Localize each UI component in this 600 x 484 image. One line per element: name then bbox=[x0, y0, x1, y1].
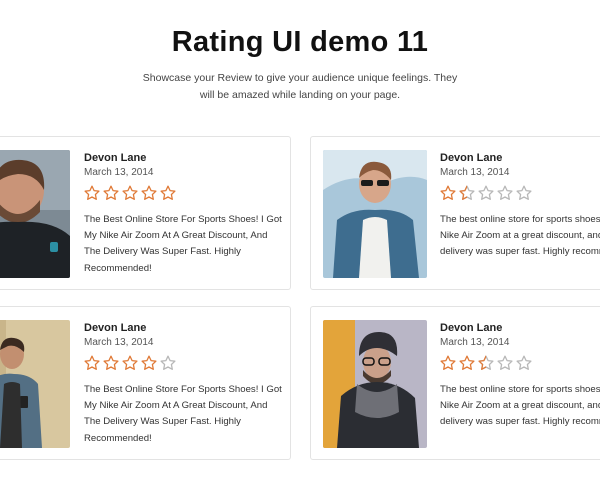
star-rating[interactable] bbox=[440, 185, 600, 201]
reviewer-name: Devon Lane bbox=[440, 152, 503, 164]
reviewer-photo bbox=[323, 320, 427, 448]
star-icon[interactable] bbox=[84, 355, 100, 371]
star-icon[interactable] bbox=[122, 185, 138, 201]
review-text: The Best Online Store For Sports Shoes! … bbox=[84, 214, 282, 274]
reviewer-name: Devon Lane bbox=[84, 152, 147, 164]
reviewer-name: Devon Lane bbox=[440, 322, 503, 334]
review-body: Devon Lane March 13, 2014 The best onlin… bbox=[440, 151, 600, 261]
star-icon[interactable] bbox=[459, 185, 475, 201]
page-subtitle: Showcase your Review to give your audien… bbox=[142, 72, 458, 101]
review-body: Devon Lane March 13, 2014 The Best Onlin… bbox=[84, 151, 284, 277]
star-icon[interactable] bbox=[497, 185, 513, 201]
star-icon[interactable] bbox=[516, 185, 532, 201]
star-icon[interactable] bbox=[103, 355, 119, 371]
star-icon[interactable] bbox=[516, 355, 532, 371]
reviewer-photo bbox=[323, 150, 427, 278]
reviewer-photo bbox=[0, 150, 70, 278]
reviewer-name: Devon Lane bbox=[84, 322, 147, 334]
review-text: The Best Online Store For Sports Shoes! … bbox=[84, 384, 282, 444]
star-rating[interactable] bbox=[84, 355, 284, 371]
star-icon[interactable] bbox=[497, 355, 513, 371]
star-icon[interactable] bbox=[478, 355, 494, 371]
review-card: Devon Lane March 13, 2014 The best onlin… bbox=[310, 136, 600, 290]
star-icon[interactable] bbox=[122, 355, 138, 371]
star-icon[interactable] bbox=[103, 185, 119, 201]
review-card: Devon Lane March 13, 2014 The Best Onlin… bbox=[0, 306, 291, 460]
star-icon[interactable] bbox=[141, 355, 157, 371]
reviewer-photo bbox=[0, 320, 70, 448]
star-rating[interactable] bbox=[84, 185, 284, 201]
rating-demo-page: Rating UI demo 11 Showcase your Review t… bbox=[0, 0, 600, 484]
review-date: March 13, 2014 bbox=[84, 167, 154, 178]
star-icon[interactable] bbox=[141, 185, 157, 201]
star-icon[interactable] bbox=[440, 185, 456, 201]
star-icon[interactable] bbox=[440, 355, 456, 371]
review-body: Devon Lane March 13, 2014 The best onlin… bbox=[440, 321, 600, 431]
review-card: Devon Lane March 13, 2014 The best onlin… bbox=[310, 306, 600, 460]
review-card: Devon Lane March 13, 2014 The Best Onlin… bbox=[0, 136, 291, 290]
star-rating[interactable] bbox=[440, 355, 600, 371]
star-icon[interactable] bbox=[160, 355, 176, 371]
review-date: March 13, 2014 bbox=[440, 337, 510, 348]
review-text: The best online store for sports shoes! … bbox=[440, 384, 600, 428]
star-icon[interactable] bbox=[459, 355, 475, 371]
star-icon[interactable] bbox=[160, 185, 176, 201]
review-date: March 13, 2014 bbox=[84, 337, 154, 348]
star-icon[interactable] bbox=[478, 185, 494, 201]
review-date: March 13, 2014 bbox=[440, 167, 510, 178]
star-icon[interactable] bbox=[84, 185, 100, 201]
review-body: Devon Lane March 13, 2014 The Best Onlin… bbox=[84, 321, 284, 447]
page-title: Rating UI demo 11 bbox=[171, 26, 429, 58]
review-text: The best online store for sports shoes! … bbox=[440, 214, 600, 258]
